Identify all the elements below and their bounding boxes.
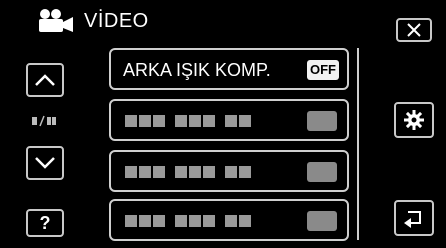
scrollbar[interactable] (357, 48, 359, 240)
chevron-up-icon (35, 74, 55, 86)
placeholder-badge (307, 211, 337, 231)
placeholder-label (125, 115, 253, 127)
placeholder-badge (307, 162, 337, 182)
close-icon (407, 23, 421, 37)
scroll-down-button[interactable] (26, 146, 64, 180)
back-button[interactable] (394, 200, 434, 236)
placeholder-label (125, 215, 253, 227)
settings-button[interactable] (394, 102, 434, 138)
help-label: ? (39, 212, 51, 233)
placeholder-badge (307, 111, 337, 131)
help-button[interactable]: ? (26, 209, 64, 237)
menu-item-placeholder[interactable] (109, 199, 349, 241)
video-camera-icon (36, 8, 76, 34)
close-button[interactable] (396, 18, 432, 42)
menu-item-label: ARKA IŞIK KOMP. (123, 60, 271, 80)
page-indicator-icon (30, 113, 60, 129)
placeholder-label (125, 166, 253, 178)
return-icon (404, 211, 421, 228)
gear-icon (404, 110, 424, 130)
chevron-down-icon (35, 157, 55, 169)
status-badge: OFF (307, 60, 339, 80)
scroll-up-button[interactable] (26, 63, 64, 97)
menu-item-placeholder[interactable] (109, 150, 349, 192)
page-title: VİDEO (84, 10, 149, 32)
menu-item-placeholder[interactable] (109, 99, 349, 141)
menu-item-backlight-comp[interactable]: ARKA IŞIK KOMP. OFF (109, 48, 349, 90)
